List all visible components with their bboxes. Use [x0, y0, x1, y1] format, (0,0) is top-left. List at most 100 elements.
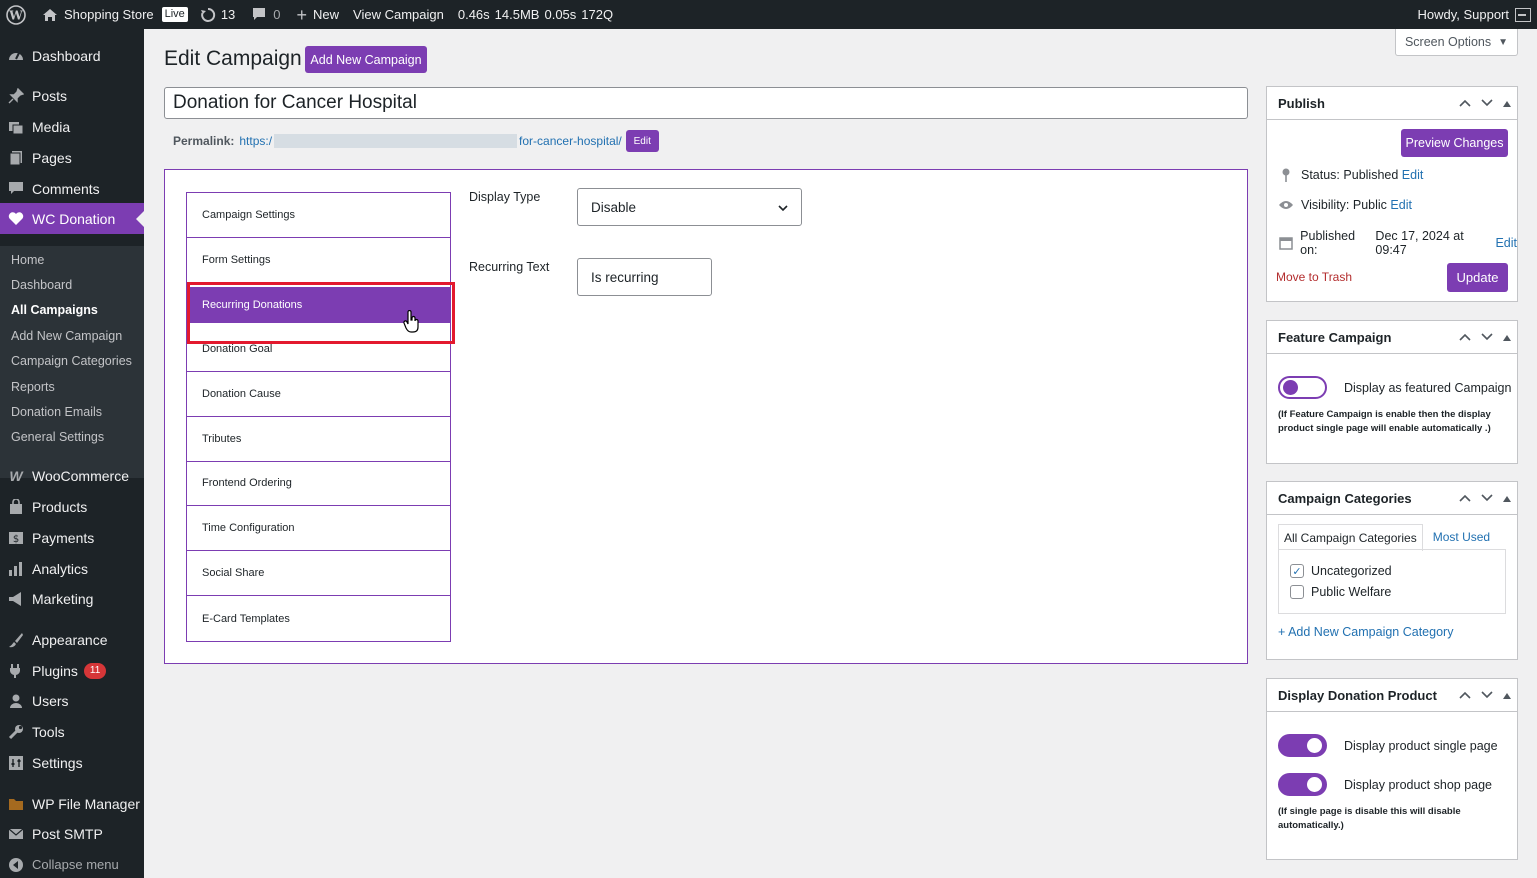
query-monitor[interactable]: 0.46s 14.5MB 0.05s 172Q — [450, 0, 619, 29]
add-new-campaign-button[interactable]: Add New Campaign — [305, 46, 427, 73]
category-public-welfare[interactable]: Public Welfare — [1290, 585, 1391, 599]
collapse-triangle-icon[interactable] — [1503, 330, 1511, 344]
tab-campaign-settings[interactable]: Campaign Settings — [187, 193, 450, 238]
menu-woocommerce[interactable]: W WooCommerce — [0, 460, 144, 491]
visibility-edit-link[interactable]: Edit — [1390, 198, 1412, 212]
tab-donation-cause[interactable]: Donation Cause — [187, 372, 450, 417]
menu-pages[interactable]: Pages — [0, 142, 144, 173]
live-badge: Live — [161, 7, 188, 22]
display-shop-page-toggle[interactable] — [1278, 773, 1327, 796]
display-donation-product-box: Display Donation Product Display product… — [1266, 678, 1518, 860]
submenu-donation-emails[interactable]: Donation Emails — [11, 405, 102, 419]
permalink-url-suffix[interactable]: for-cancer-hospital/ — [519, 134, 622, 148]
submenu-reports[interactable]: Reports — [11, 380, 55, 394]
featured-campaign-note: (If Feature Campaign is enable then the … — [1278, 409, 1491, 434]
display-single-page-label: Display product single page — [1344, 739, 1498, 753]
menu-media[interactable]: Media — [0, 111, 144, 142]
checkbox-checked[interactable]: ✓ — [1290, 564, 1304, 578]
display-product-note: (If single page is disable this will dis… — [1278, 806, 1461, 831]
menu-payments[interactable]: $ Payments — [0, 522, 144, 553]
menu-products[interactable]: Products — [0, 491, 144, 522]
menu-settings[interactable]: Settings — [0, 747, 144, 778]
published-on-value: Dec 17, 2024 at 09:47 — [1375, 229, 1464, 257]
menu-plugins-label: Plugins — [32, 662, 78, 679]
new-content-link[interactable]: + New — [287, 0, 346, 29]
menu-marketing[interactable]: Marketing — [0, 583, 144, 614]
move-to-trash-link[interactable]: Move to Trash — [1276, 270, 1352, 284]
pages-icon — [8, 150, 24, 166]
display-shop-page-label: Display product shop page — [1344, 778, 1493, 792]
menu-tools[interactable]: Tools — [0, 716, 144, 747]
visibility-row: Visibility: Public Edit — [1278, 198, 1412, 212]
permalink-edit-button[interactable]: Edit — [625, 130, 659, 152]
menu-posts[interactable]: Posts — [0, 80, 144, 111]
category-uncategorized[interactable]: ✓ Uncategorized — [1290, 564, 1392, 578]
view-campaign-link[interactable]: View Campaign — [345, 0, 450, 29]
menu-wc-donation[interactable]: WC Donation — [0, 203, 144, 234]
my-account[interactable]: Howdy, Support — [1417, 7, 1537, 22]
submenu-campaign-categories[interactable]: Campaign Categories — [11, 354, 132, 368]
tab-time-configuration[interactable]: Time Configuration — [187, 506, 450, 551]
screen-options-button[interactable]: Screen Options ▼ — [1395, 29, 1518, 56]
chevron-down-icon[interactable] — [1481, 330, 1493, 344]
submenu-all-campaigns[interactable]: All Campaigns — [11, 303, 98, 317]
submenu-general-settings[interactable]: General Settings — [11, 430, 104, 444]
campaign-categories-box: Campaign Categories All Campaign Categor… — [1266, 481, 1518, 660]
tab-all-campaign-categories[interactable]: All Campaign Categories — [1278, 524, 1423, 551]
submenu-home[interactable]: Home — [11, 253, 44, 267]
recurring-text-input[interactable]: Is recurring — [577, 258, 712, 296]
published-on-edit-link[interactable]: Edit — [1495, 236, 1517, 250]
tab-form-settings[interactable]: Form Settings — [187, 238, 450, 283]
menu-comments[interactable]: Comments — [0, 173, 144, 204]
tab-frontend-ordering[interactable]: Frontend Ordering — [187, 461, 450, 506]
chevron-up-icon[interactable] — [1459, 330, 1471, 344]
menu-plugins[interactable]: Plugins 11 — [0, 655, 144, 686]
menu-appearance[interactable]: Appearance — [0, 624, 144, 655]
tab-social-share[interactable]: Social Share — [187, 551, 450, 596]
media-icon — [8, 119, 24, 135]
new-label: New — [313, 7, 340, 22]
submenu-dashboard[interactable]: Dashboard — [11, 278, 72, 292]
wordpress-logo-icon[interactable]: W — [0, 0, 32, 29]
status-edit-link[interactable]: Edit — [1402, 168, 1424, 182]
preview-changes-button[interactable]: Preview Changes — [1401, 129, 1508, 157]
site-name-link[interactable]: Shopping Store Live — [32, 0, 194, 29]
tab-most-used[interactable]: Most Used — [1423, 524, 1500, 551]
collapse-triangle-icon[interactable] — [1503, 491, 1511, 505]
chevron-down-icon[interactable] — [1481, 491, 1493, 505]
tab-tributes[interactable]: Tributes — [187, 417, 450, 462]
comments-link[interactable]: 0 — [241, 0, 286, 29]
collapse-menu-button[interactable]: Collapse menu — [0, 849, 144, 878]
collapse-triangle-icon[interactable] — [1503, 688, 1511, 702]
featured-campaign-toggle[interactable] — [1278, 376, 1327, 399]
menu-post-smtp[interactable]: Post SMTP — [0, 818, 144, 849]
menu-wp-file-manager[interactable]: WP File Manager — [0, 788, 144, 819]
menu-users[interactable]: Users — [0, 685, 144, 716]
collapse-triangle-icon[interactable] — [1503, 96, 1511, 110]
visibility-label: Visibility: — [1301, 198, 1350, 212]
menu-wc-donation-label: WC Donation — [32, 210, 116, 227]
chevron-up-icon[interactable] — [1459, 491, 1471, 505]
campaign-title-input[interactable]: Donation for Cancer Hospital — [164, 87, 1248, 119]
display-single-page-toggle[interactable] — [1278, 734, 1327, 757]
perf-time: 0.46s — [457, 7, 490, 22]
updates-link[interactable]: 13 — [194, 0, 241, 29]
add-new-category-link[interactable]: + Add New Campaign Category — [1278, 625, 1453, 639]
chevron-up-icon[interactable] — [1459, 688, 1471, 702]
display-type-select[interactable]: Disable — [577, 188, 802, 226]
menu-settings-label: Settings — [32, 754, 83, 771]
chevron-down-icon[interactable] — [1481, 96, 1493, 110]
chevron-up-icon[interactable] — [1459, 96, 1471, 110]
chevron-down-icon[interactable] — [1481, 688, 1493, 702]
display-donation-product-title: Display Donation Product — [1278, 687, 1437, 703]
menu-analytics[interactable]: Analytics — [0, 553, 144, 584]
heart-icon — [8, 211, 24, 227]
permalink-url-prefix[interactable]: https:/ — [239, 134, 272, 148]
checkbox-unchecked[interactable] — [1290, 585, 1304, 599]
update-button[interactable]: Update — [1447, 263, 1508, 292]
submenu-add-new-campaign[interactable]: Add New Campaign — [11, 329, 122, 343]
menu-dashboard[interactable]: Dashboard — [0, 40, 144, 71]
plugin-icon — [8, 663, 24, 679]
comments-icon — [8, 181, 24, 197]
tab-e-card-templates[interactable]: E-Card Templates — [187, 596, 450, 641]
